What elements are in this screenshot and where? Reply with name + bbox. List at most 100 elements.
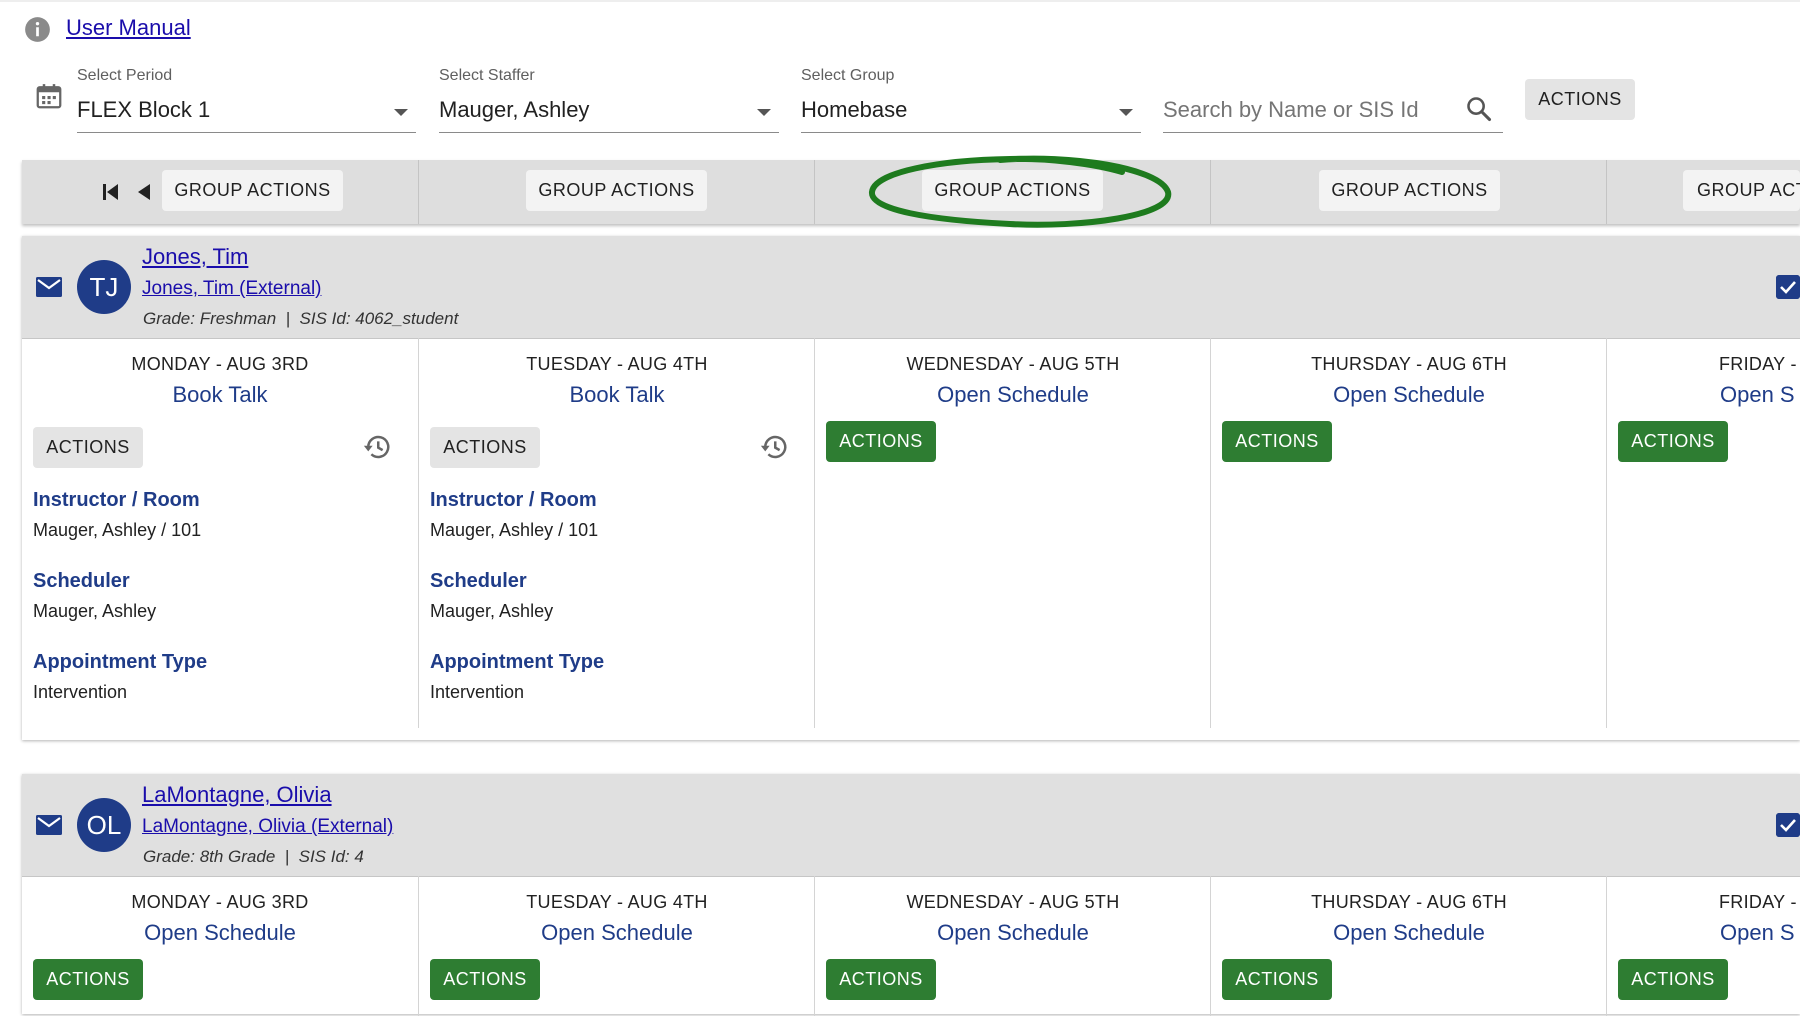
schedule-link[interactable]: Open Schedule (815, 920, 1211, 946)
previous-icon[interactable] (135, 182, 153, 202)
student-header: TJ Jones, Tim Jones, Tim (External) Grad… (22, 236, 1800, 339)
schedule-link[interactable]: Open Schedule (1211, 382, 1607, 408)
schedule-link[interactable]: Open Schedule (419, 920, 815, 946)
first-page-icon[interactable] (102, 182, 120, 202)
annotation-circle (869, 155, 1172, 228)
scheduler-value: Mauger, Ashley (33, 601, 157, 621)
select-group[interactable]: Select Group Homebase (801, 66, 1141, 133)
actions-button[interactable]: ACTIONS (33, 959, 143, 1000)
schedule-link[interactable]: Book Talk (22, 382, 418, 408)
student-card: OL LaMontagne, Olivia LaMontagne, Olivia… (22, 774, 1800, 1016)
appointment-type-value: Intervention (33, 682, 128, 702)
day-label: MONDAY - AUG 3RD (131, 892, 309, 912)
select-group-value: Homebase (801, 97, 908, 122)
day-column-wednesday: WEDNESDAY - AUG 5TH Open Schedule ACTION… (815, 876, 1211, 1016)
student-external-link[interactable]: LaMontagne, Olivia (External) (142, 816, 393, 838)
checkbox-checked-icon[interactable] (1776, 275, 1800, 299)
day-label: TUESDAY - AUG 4TH (526, 354, 708, 374)
group-actions-button[interactable]: GROUP ACT (1683, 170, 1800, 211)
actions-button[interactable]: ACTIONS (33, 427, 143, 468)
actions-button[interactable]: ACTIONS (1222, 959, 1332, 1000)
student-header: OL LaMontagne, Olivia LaMontagne, Olivia… (22, 774, 1800, 877)
checkbox-checked-icon[interactable] (1776, 813, 1800, 837)
day-label: FRIDAY - (1719, 892, 1797, 912)
appointment-type-value: Intervention (430, 682, 525, 702)
scheduler-label: Scheduler (430, 570, 527, 592)
column-divider (418, 160, 419, 224)
column-divider (1210, 160, 1211, 224)
calendar-icon (36, 84, 62, 109)
day-label: THURSDAY - AUG 6TH (1311, 354, 1507, 374)
day-column-monday: MONDAY - AUG 3RD Book Talk ACTIONS Instr… (22, 338, 418, 738)
day-column-tuesday: TUESDAY - AUG 4TH Open Schedule ACTIONS (419, 876, 815, 1016)
day-column-monday: MONDAY - AUG 3RD Open Schedule ACTIONS (22, 876, 418, 1016)
search-placeholder: Search by Name or SIS Id (1163, 97, 1419, 122)
select-period-label: Select Period (77, 67, 173, 84)
schedule-link[interactable]: Open Schedule (815, 382, 1211, 408)
search-icon[interactable] (1465, 95, 1493, 123)
appointment-type-label: Appointment Type (430, 651, 605, 673)
day-column-wednesday: WEDNESDAY - AUG 5TH Open Schedule ACTION… (815, 338, 1211, 738)
instructor-room-value: Mauger, Ashley / 101 (430, 520, 599, 540)
day-label: MONDAY - AUG 3RD (131, 354, 309, 374)
schedule-link[interactable]: Open Schedule (22, 920, 418, 946)
student-meta: Grade: 8th Grade | SIS Id: 4 (143, 847, 364, 866)
student-card: TJ Jones, Tim Jones, Tim (External) Grad… (22, 236, 1800, 740)
actions-button[interactable]: ACTIONS (430, 427, 540, 468)
group-actions-button[interactable]: GROUP ACTIONS (526, 170, 707, 211)
scheduler-label: Scheduler (33, 570, 130, 592)
history-icon[interactable] (362, 432, 392, 462)
day-label: TUESDAY - AUG 4TH (526, 892, 708, 912)
day-column-thursday: THURSDAY - AUG 6TH Open Schedule ACTIONS (1211, 876, 1607, 1016)
column-divider (1606, 160, 1607, 224)
chevron-down-icon (394, 109, 408, 116)
search-input[interactable]: Search by Name or SIS Id (1163, 66, 1503, 133)
avatar: OL (77, 798, 131, 852)
actions-button[interactable]: ACTIONS (1618, 959, 1728, 1000)
mail-icon[interactable] (35, 814, 63, 836)
schedule-link[interactable]: Open Schedule (1211, 920, 1607, 946)
select-staffer[interactable]: Select Staffer Mauger, Ashley (439, 66, 779, 133)
column-divider (814, 160, 815, 224)
day-label: FRIDAY - (1719, 354, 1797, 374)
user-manual-link[interactable]: User Manual (66, 15, 191, 41)
day-label: THURSDAY - AUG 6TH (1311, 892, 1507, 912)
actions-button[interactable]: ACTIONS (1525, 79, 1635, 120)
actions-button[interactable]: ACTIONS (1618, 421, 1728, 462)
instructor-room-label: Instructor / Room (33, 489, 200, 511)
mail-icon[interactable] (35, 276, 63, 298)
schedule-link[interactable]: Book Talk (419, 382, 815, 408)
student-external-link[interactable]: Jones, Tim (External) (142, 278, 322, 300)
select-group-label: Select Group (801, 67, 895, 84)
appointment-type-label: Appointment Type (33, 651, 208, 673)
chevron-down-icon (1119, 109, 1133, 116)
top-divider (0, 0, 1800, 2)
day-column-friday: FRIDAY - Open S ACTIONS (1607, 338, 1800, 738)
day-column-thursday: THURSDAY - AUG 6TH Open Schedule ACTIONS (1211, 338, 1607, 738)
scheduler-value: Mauger, Ashley (430, 601, 554, 621)
select-period[interactable]: Select Period FLEX Block 1 (77, 66, 416, 133)
schedule-link[interactable]: Open S (1720, 920, 1795, 946)
avatar: TJ (77, 260, 131, 314)
actions-button[interactable]: ACTIONS (826, 421, 936, 462)
instructor-room-value: Mauger, Ashley / 101 (33, 520, 202, 540)
day-column-tuesday: TUESDAY - AUG 4TH Book Talk ACTIONS Inst… (419, 338, 815, 738)
select-period-value: FLEX Block 1 (77, 97, 211, 122)
select-staffer-value: Mauger, Ashley (439, 97, 590, 122)
chevron-down-icon (757, 109, 771, 116)
student-name-link[interactable]: Jones, Tim (142, 244, 248, 270)
group-actions-button[interactable]: GROUP ACTIONS (1319, 170, 1500, 211)
actions-button[interactable]: ACTIONS (430, 959, 540, 1000)
info-icon (25, 17, 50, 42)
student-meta: Grade: Freshman | SIS Id: 4062_student (143, 309, 459, 328)
student-name-link[interactable]: LaMontagne, Olivia (142, 782, 332, 808)
schedule-link[interactable]: Open S (1720, 382, 1795, 408)
history-icon[interactable] (759, 432, 789, 462)
actions-button[interactable]: ACTIONS (1222, 421, 1332, 462)
group-actions-button[interactable]: GROUP ACTIONS (162, 170, 343, 211)
day-label: WEDNESDAY - AUG 5TH (906, 354, 1120, 374)
select-staffer-label: Select Staffer (439, 67, 535, 84)
actions-button[interactable]: ACTIONS (826, 959, 936, 1000)
instructor-room-label: Instructor / Room (430, 489, 597, 511)
day-column-friday: FRIDAY - Open S ACTIONS (1607, 876, 1800, 1016)
